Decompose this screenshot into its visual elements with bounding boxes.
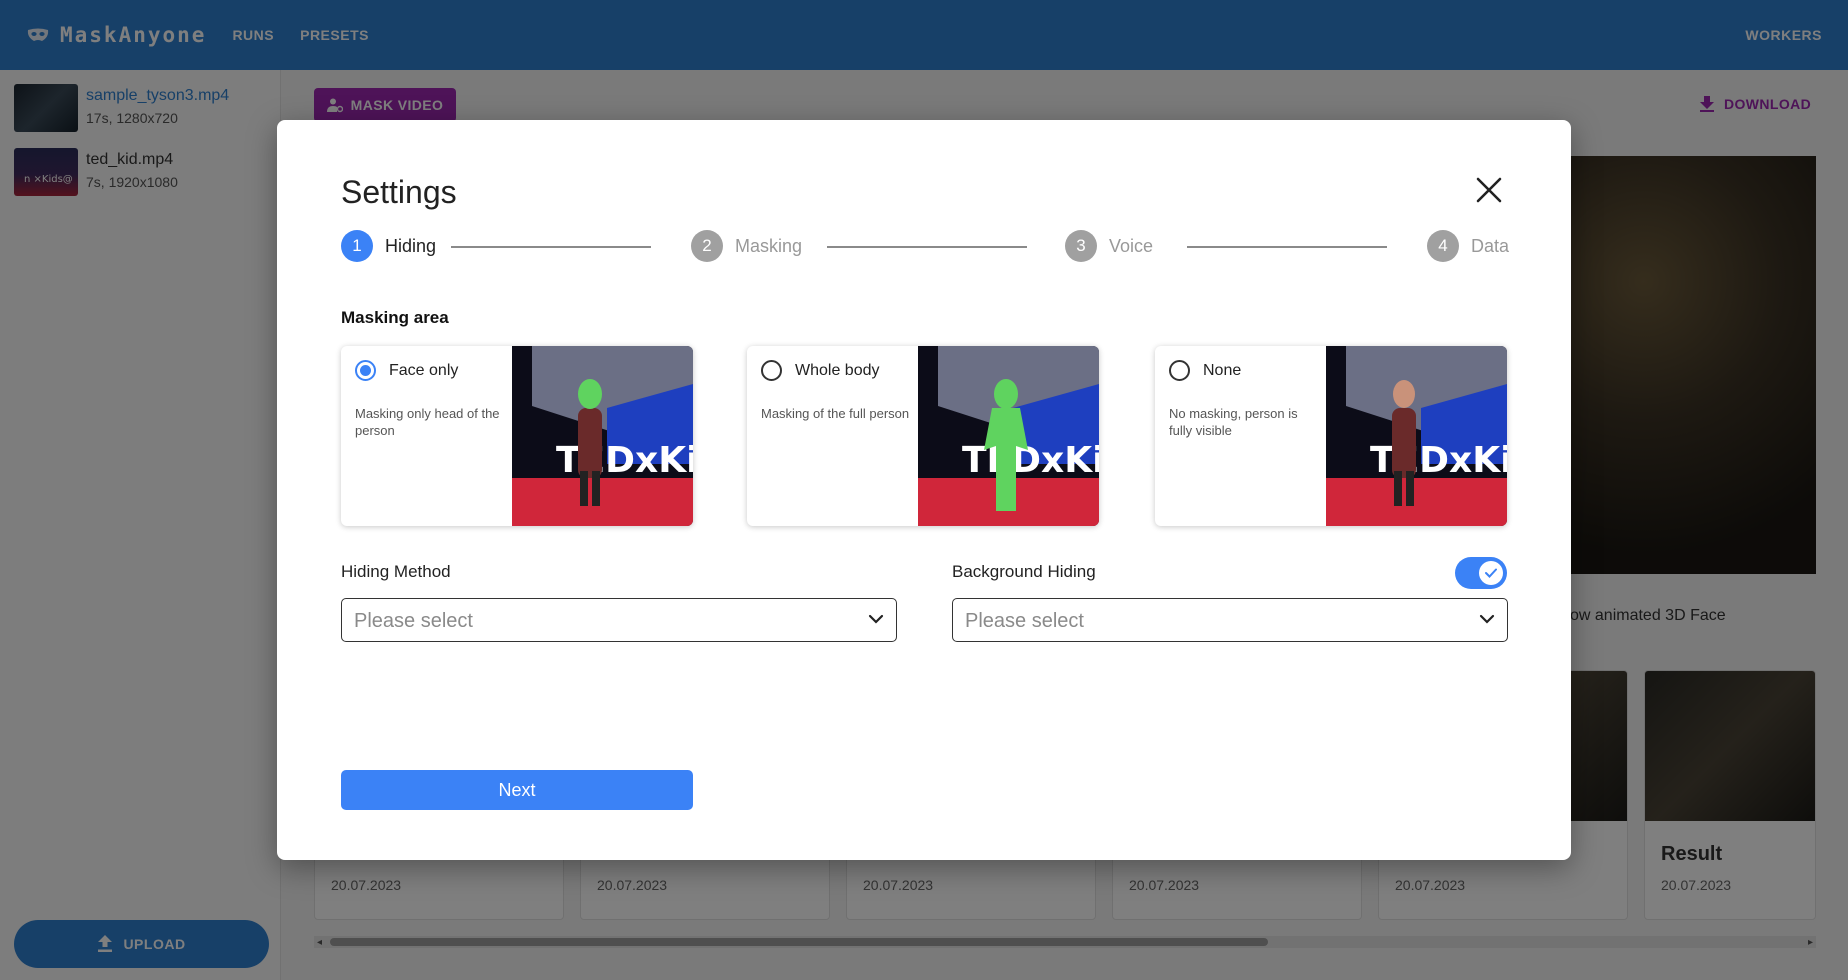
option-label: Whole body <box>795 362 880 379</box>
step-number: 4 <box>1427 230 1459 262</box>
step-label: Hiding <box>385 235 437 256</box>
whole-body-radio[interactable] <box>761 360 782 381</box>
step-connector <box>1187 246 1387 248</box>
option-label: None <box>1203 362 1242 379</box>
face-mask-preview-image: TEDxKids <box>512 346 693 526</box>
body-mask-preview-image: TEDxKids <box>918 346 1099 526</box>
step-connector <box>827 246 1027 248</box>
step-label: Voice <box>1109 235 1154 256</box>
option-none[interactable]: None No masking, person is fully visible… <box>1155 346 1507 526</box>
option-description: Masking of the full person <box>761 406 910 421</box>
select-value: Please select <box>965 610 1084 632</box>
step-number: 2 <box>691 230 723 262</box>
close-icon[interactable] <box>1473 174 1505 206</box>
background-hiding-label: Background Hiding <box>952 562 1096 581</box>
face-only-radio[interactable] <box>355 360 376 381</box>
step-number: 1 <box>341 230 373 262</box>
settings-modal: Settings 1 Hiding 2 Masking 3 Voice 4 Da… <box>277 120 1571 860</box>
masking-area-heading: Masking area <box>341 308 449 327</box>
check-icon <box>1485 568 1497 578</box>
step-number: 3 <box>1065 230 1097 262</box>
background-hiding-toggle[interactable] <box>1455 557 1507 589</box>
step-masking[interactable]: 2 Masking <box>691 230 802 262</box>
stage-text: TEDxKids <box>556 440 693 481</box>
background-hiding-select[interactable]: Please select <box>952 598 1508 642</box>
step-data[interactable]: 4 Data <box>1427 230 1509 262</box>
stepper: 1 Hiding 2 Masking 3 Voice 4 Data <box>341 230 1509 262</box>
step-voice[interactable]: 3 Voice <box>1065 230 1153 262</box>
option-whole-body[interactable]: Whole body Masking of the full person TE… <box>747 346 1099 526</box>
option-description: Masking only head of the person <box>355 406 500 438</box>
select-value: Please select <box>354 610 473 632</box>
next-button[interactable]: Next <box>341 770 693 810</box>
step-label: Data <box>1471 235 1510 256</box>
option-face-only[interactable]: Face only Masking only head of the perso… <box>341 346 693 526</box>
hiding-method-select[interactable]: Please select <box>341 598 897 642</box>
option-description: No masking, person is fully visible <box>1169 406 1298 438</box>
chevron-down-icon <box>868 614 884 624</box>
hiding-method-label: Hiding Method <box>341 562 451 581</box>
none-radio[interactable] <box>1169 360 1190 381</box>
option-label: Face only <box>389 362 459 379</box>
step-label: Masking <box>735 235 803 256</box>
modal-title: Settings <box>341 174 457 210</box>
stage-text: TEDxKids <box>962 440 1099 481</box>
no-mask-preview-image: TEDxKids <box>1326 346 1507 526</box>
step-connector <box>451 246 651 248</box>
chevron-down-icon <box>1479 614 1495 624</box>
step-hiding[interactable]: 1 Hiding <box>341 230 436 262</box>
stage-text: TEDxKids <box>1370 440 1507 481</box>
